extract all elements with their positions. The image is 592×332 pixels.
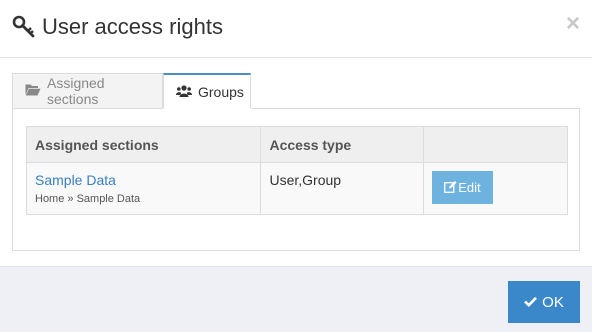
tab-panel-groups: Assigned sections Access type Sample Dat… <box>12 108 580 251</box>
tab-assigned-sections[interactable]: Assigned sections <box>12 73 163 109</box>
check-icon <box>524 294 538 311</box>
edit-button-label: Edit <box>458 180 481 195</box>
dialog-title: User access rights <box>42 14 223 39</box>
tab-bar: Assigned sections Groups <box>12 73 580 109</box>
dialog-header: User access rights × <box>0 0 592 58</box>
edit-button[interactable]: Edit <box>432 171 493 204</box>
dialog-body: Assigned sections Groups Assigned sectio… <box>12 73 580 251</box>
column-header-assigned-sections: Assigned sections <box>26 126 262 163</box>
actions-cell: Edit <box>423 162 568 215</box>
section-link[interactable]: Sample Data <box>35 172 252 188</box>
folder-open-icon <box>25 83 41 99</box>
access-type-cell: User,Group <box>260 162 425 215</box>
dialog-footer: OK <box>0 266 592 332</box>
close-icon[interactable]: × <box>566 10 580 38</box>
tab-groups[interactable]: Groups <box>163 73 251 109</box>
edit-icon <box>444 180 457 196</box>
users-icon <box>176 84 192 100</box>
tab-label: Groups <box>198 83 244 100</box>
key-icon <box>12 15 36 39</box>
column-header-actions <box>423 126 568 163</box>
table-header-row: Assigned sections Access type <box>26 126 568 163</box>
section-breadcrumb: Home » Sample Data <box>35 193 141 205</box>
table-row: Sample Data Home » Sample Data User,Grou… <box>26 162 568 215</box>
ok-button-label: OK <box>542 293 564 311</box>
column-header-access-type: Access type <box>260 126 425 163</box>
title-wrap: User access rights <box>12 12 223 42</box>
section-cell: Sample Data Home » Sample Data <box>26 162 262 215</box>
sections-table: Assigned sections Access type Sample Dat… <box>26 126 568 215</box>
ok-button[interactable]: OK <box>508 281 580 323</box>
access-type-value: User,Group <box>269 172 342 188</box>
tab-label: Assigned sections <box>47 75 105 107</box>
